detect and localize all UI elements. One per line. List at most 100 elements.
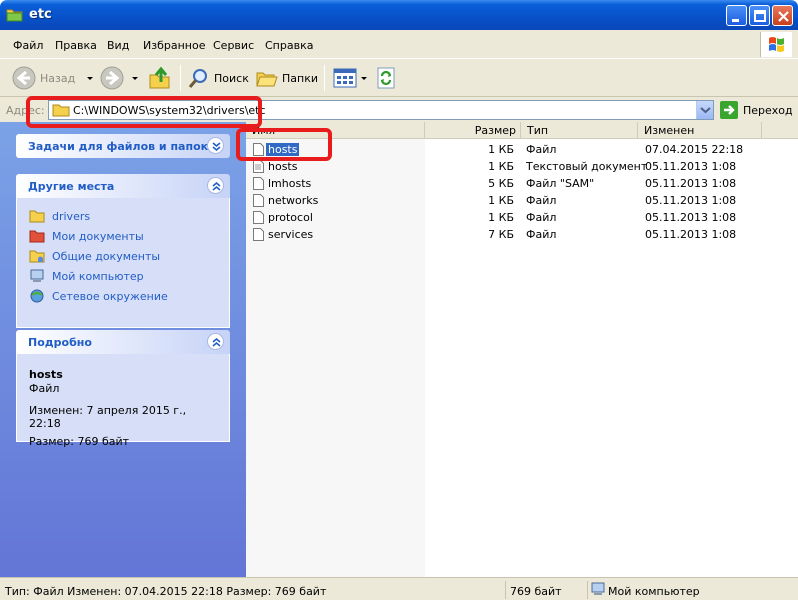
folders-icon	[256, 72, 278, 87]
my-documents-icon	[29, 230, 45, 243]
menu-view[interactable]: Вид	[107, 39, 129, 52]
file-name: services	[268, 228, 314, 241]
folders-label: Папки	[282, 71, 318, 85]
forward-button[interactable]	[100, 64, 138, 92]
file-type: Текстовый документ	[526, 160, 648, 173]
shared-documents-icon	[29, 250, 45, 263]
details-title: Подробно	[28, 336, 92, 349]
file-modified: 07.04.2015 22:18	[645, 143, 744, 156]
file-icon	[253, 211, 264, 224]
back-arrow-icon	[12, 66, 36, 90]
file-size: 1 КБ	[488, 194, 514, 207]
details-name: hosts	[29, 368, 63, 381]
file-type: Файл	[526, 228, 557, 241]
file-type: Файл "SAM"	[526, 177, 595, 190]
up-folder-button[interactable]	[148, 64, 172, 92]
minimize-button[interactable]	[726, 5, 747, 26]
sync-icon	[377, 67, 395, 89]
file-row[interactable]: protocol 1 КБ Файл 05.11.2013 1:08	[246, 209, 798, 226]
menu-file[interactable]: Файл	[13, 39, 43, 52]
file-name: protocol	[268, 211, 313, 224]
file-modified: 05.11.2013 1:08	[645, 177, 737, 190]
status-bar: Тип: Файл Изменен: 07.04.2015 22:18 Разм…	[0, 577, 798, 600]
status-info: Тип: Файл Изменен: 07.04.2015 22:18 Разм…	[5, 585, 327, 598]
tasks-panel: Задачи для файлов и папок	[16, 134, 230, 158]
views-dropdown-icon[interactable]	[361, 76, 367, 80]
menu-edit[interactable]: Правка	[55, 39, 97, 52]
forward-arrow-icon	[100, 66, 124, 90]
file-modified: 05.11.2013 1:08	[645, 228, 737, 241]
back-dropdown-icon[interactable]	[87, 76, 94, 80]
maximize-icon	[754, 10, 766, 22]
window-title: etc	[29, 7, 52, 22]
other-places-body: drivers Мои документы Общие документы Мо…	[16, 198, 230, 328]
details-modified: Изменен: 7 апреля 2015 г., 22:18	[29, 404, 187, 430]
task-pane: Задачи для файлов и папок Другие места d…	[0, 122, 246, 577]
close-button[interactable]	[772, 5, 793, 26]
column-modified[interactable]: Изменен	[638, 122, 762, 139]
back-button[interactable]: Назад	[12, 64, 94, 92]
place-drivers[interactable]: drivers	[29, 206, 217, 226]
file-size: 7 КБ	[488, 228, 514, 241]
file-type: Файл	[526, 143, 557, 156]
place-shared-documents[interactable]: Общие документы	[29, 246, 217, 266]
status-size: 769 байт	[510, 585, 562, 598]
column-type[interactable]: Тип	[521, 122, 638, 139]
go-label: Переход	[743, 103, 793, 117]
file-row[interactable]: hosts 1 КБ Текстовый документ 05.11.2013…	[246, 158, 798, 175]
address-dropdown-button[interactable]	[696, 101, 713, 119]
file-row[interactable]: services 7 КБ Файл 05.11.2013 1:08	[246, 226, 798, 243]
file-row[interactable]: lmhosts 5 КБ Файл "SAM" 05.11.2013 1:08	[246, 175, 798, 192]
title-bar[interactable]: etc	[0, 0, 798, 30]
computer-icon	[591, 582, 605, 595]
go-button[interactable]: Переход	[720, 101, 793, 119]
file-size: 1 КБ	[488, 160, 514, 173]
place-my-documents[interactable]: Мои документы	[29, 226, 217, 246]
network-icon	[30, 289, 44, 303]
details-type: Файл	[29, 382, 60, 395]
search-icon	[188, 69, 207, 88]
minimize-icon	[732, 19, 739, 22]
file-size: 5 КБ	[488, 177, 514, 190]
menu-help[interactable]: Справка	[265, 39, 313, 52]
folder-icon	[29, 210, 45, 223]
menu-favorites[interactable]: Избранное	[143, 39, 205, 52]
file-modified: 05.11.2013 1:08	[645, 194, 737, 207]
search-label: Поиск	[214, 71, 249, 85]
toolbar: Назад Поиск Папки	[0, 58, 798, 96]
file-modified: 05.11.2013 1:08	[645, 160, 737, 173]
folder-icon	[6, 9, 23, 22]
search-button[interactable]: Поиск	[188, 64, 249, 92]
go-arrow-icon	[720, 101, 738, 119]
views-button[interactable]	[333, 64, 367, 92]
computer-icon	[30, 269, 44, 282]
sync-button[interactable]	[376, 64, 396, 92]
place-my-computer[interactable]: Мой компьютер	[29, 266, 217, 286]
details-body: hosts Файл Изменен: 7 апреля 2015 г., 22…	[16, 354, 230, 448]
windows-logo	[760, 32, 792, 57]
details-header[interactable]: Подробно	[16, 330, 230, 354]
other-places-header[interactable]: Другие места	[16, 174, 230, 198]
place-network[interactable]: Сетевое окружение	[29, 286, 217, 306]
file-list: Имя Размер Тип Изменен hosts 1 КБ Файл 0…	[246, 122, 798, 577]
forward-dropdown-icon[interactable]	[132, 76, 138, 80]
menu-tools[interactable]: Сервис	[213, 39, 254, 52]
column-size[interactable]: Размер	[425, 122, 521, 139]
collapse-icon[interactable]	[207, 333, 224, 350]
other-places-panel: Другие места drivers Мои документы Общие…	[16, 174, 230, 328]
details-panel: Подробно hosts Файл Изменен: 7 апреля 20…	[16, 330, 230, 448]
address-highlight	[26, 96, 262, 128]
status-location: Мой компьютер	[608, 585, 700, 598]
windows-flag-icon	[769, 37, 784, 52]
folders-button[interactable]: Папки	[256, 64, 318, 92]
views-icon	[333, 68, 357, 88]
tasks-panel-header[interactable]: Задачи для файлов и папок	[16, 134, 230, 158]
expand-icon[interactable]	[207, 137, 224, 154]
file-name: networks	[268, 194, 319, 207]
collapse-icon[interactable]	[207, 177, 224, 194]
maximize-button[interactable]	[749, 5, 770, 26]
file-icon	[253, 194, 264, 207]
file-type: Файл	[526, 211, 557, 224]
menu-bar: Файл Правка Вид Избранное Сервис Справка	[0, 30, 798, 58]
file-row[interactable]: networks 1 КБ Файл 05.11.2013 1:08	[246, 192, 798, 209]
